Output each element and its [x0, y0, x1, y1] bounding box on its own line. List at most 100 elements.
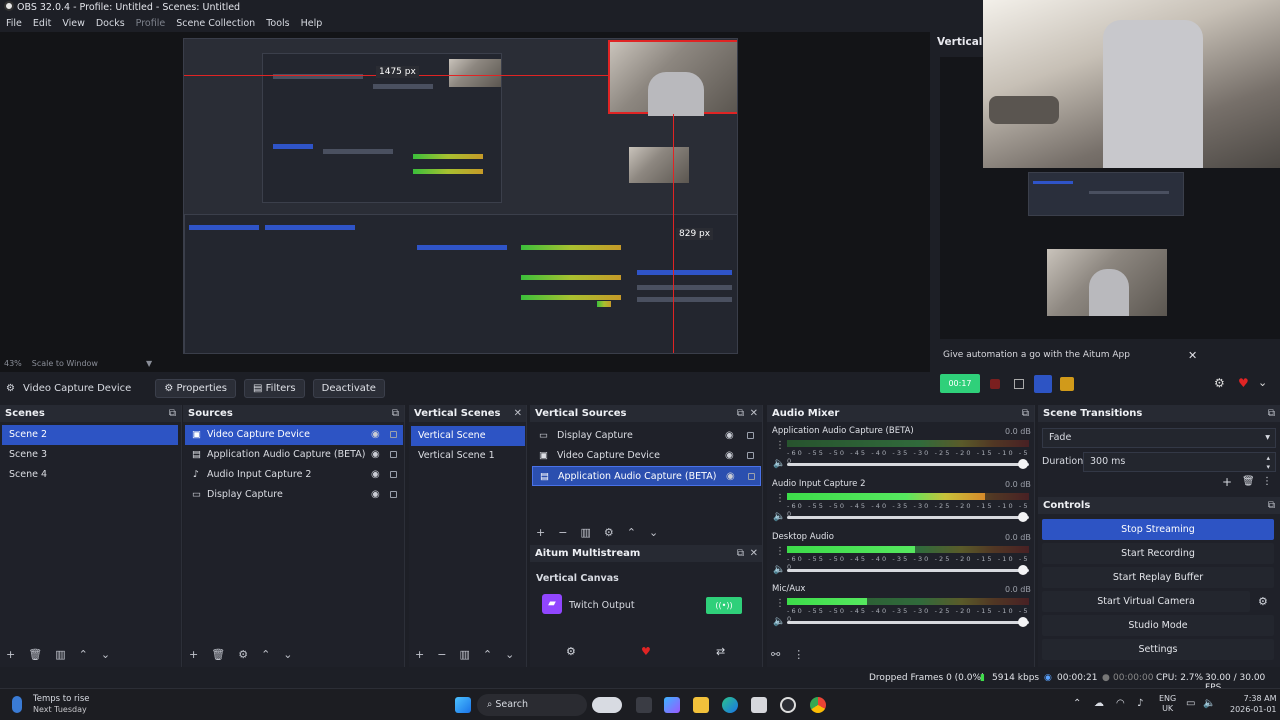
speaker-icon[interactable]: 🔈	[773, 458, 785, 469]
properties-button[interactable]: ⚙ Properties	[155, 378, 237, 398]
mixer-volume-knob[interactable]	[1018, 459, 1028, 469]
mixer-volume-slider[interactable]	[787, 621, 1029, 624]
filter-icon[interactable]: ▥	[580, 526, 590, 539]
wifi-icon[interactable]: ◠	[1116, 698, 1125, 709]
move-up-icon[interactable]: ⌃	[627, 526, 636, 539]
gear-icon[interactable]: ⚙	[1214, 376, 1225, 390]
close-icon[interactable]: ✕	[1188, 349, 1197, 362]
mixer-volume-knob[interactable]	[1018, 617, 1028, 627]
undock-icon[interactable]: ⧉	[737, 545, 744, 562]
filter-icon[interactable]: ▥	[459, 648, 469, 661]
source-item[interactable]: ▣ Video Capture Device ◉	[185, 425, 403, 445]
close-icon[interactable]: ✕	[750, 545, 758, 562]
menu-edit[interactable]: Edit	[33, 16, 51, 32]
mixer-volume-knob[interactable]	[1018, 565, 1028, 575]
clock[interactable]: 7:38 AM 2026-01-01	[1230, 693, 1277, 715]
undock-icon[interactable]: ⧉	[1268, 405, 1275, 422]
store-icon[interactable]	[751, 697, 767, 713]
add-icon[interactable]: +	[6, 648, 15, 661]
close-icon[interactable]: ✕	[750, 405, 758, 422]
lock-icon[interactable]	[390, 491, 397, 498]
transition-select[interactable]: Fade ▾	[1042, 428, 1276, 448]
add-icon[interactable]: +	[415, 648, 424, 661]
kebab-icon[interactable]: ⋮	[775, 440, 785, 451]
source-item[interactable]: ▭ Display Capture ◉	[185, 485, 403, 505]
undock-icon[interactable]: ⧉	[1268, 497, 1275, 514]
speaker-icon[interactable]: 🔈	[773, 564, 785, 575]
scale-mode[interactable]: Scale to Window	[32, 359, 98, 368]
add-icon[interactable]: +	[1222, 475, 1232, 489]
menu-tools[interactable]: Tools	[266, 16, 289, 32]
mixer-volume-slider[interactable]	[787, 569, 1029, 572]
scene-item[interactable]: Scene 2	[2, 425, 178, 445]
lock-icon[interactable]	[390, 471, 397, 478]
mixer-volume-knob[interactable]	[1018, 512, 1028, 522]
kebab-icon[interactable]: ⋮	[775, 493, 785, 504]
eye-icon[interactable]: ◉	[725, 426, 734, 446]
cloud-icon[interactable]: ☁	[1094, 698, 1104, 709]
copilot-icon[interactable]	[664, 697, 680, 713]
close-icon[interactable]: ✕	[514, 405, 522, 422]
undock-icon[interactable]: ⧉	[1022, 405, 1029, 422]
lock-icon[interactable]	[748, 473, 755, 480]
chrome-icon[interactable]	[810, 697, 826, 713]
eye-icon[interactable]: ◉	[725, 446, 734, 466]
gear-icon[interactable]: ⚙	[604, 526, 614, 539]
spinner-icon[interactable]: ▴ ▾	[1266, 454, 1270, 472]
source-item[interactable]: ▤ Application Audio Capture (BETA) ◉	[185, 445, 403, 465]
menu-profile[interactable]: Profile	[136, 16, 166, 32]
lock-icon[interactable]	[747, 452, 754, 459]
move-up-icon[interactable]: ⌃	[79, 648, 88, 661]
menu-file[interactable]: File	[6, 16, 22, 32]
undock-icon[interactable]: ⧉	[737, 405, 744, 422]
kebab-icon[interactable]: ⋮	[775, 546, 785, 557]
filter-icon[interactable]: ▥	[55, 648, 65, 661]
edge-icon[interactable]	[722, 697, 738, 713]
kebab-icon[interactable]: ⋮	[793, 648, 804, 661]
language-indicator[interactable]: ENG UK	[1159, 694, 1176, 714]
move-up-icon[interactable]: ⌃	[261, 648, 270, 661]
share-icon[interactable]: ⇄	[716, 645, 725, 658]
taskbar-search[interactable]: ⌕ Search	[477, 694, 587, 716]
heart-icon[interactable]: ♥	[1238, 376, 1249, 390]
trash-icon[interactable]: 🗑	[211, 648, 225, 661]
tray-chevron-icon[interactable]: ⌃	[1073, 698, 1081, 709]
start-replay-buffer-button[interactable]: Start Replay Buffer	[1042, 567, 1274, 588]
speaker-icon[interactable]: 🔈	[773, 616, 785, 627]
start-recording-button[interactable]: Start Recording	[1042, 543, 1274, 564]
preview-canvas[interactable]: 1475 px 829 px	[183, 38, 738, 354]
deactivate-button[interactable]: Deactivate	[312, 378, 385, 398]
lock-icon[interactable]	[390, 431, 397, 438]
source-item[interactable]: ♪ Audio Input Capture 2 ◉	[185, 465, 403, 485]
task-view-icon[interactable]	[636, 697, 652, 713]
move-down-icon[interactable]: ⌄	[649, 526, 658, 539]
undock-icon[interactable]: ⧉	[392, 405, 399, 422]
zoom-level[interactable]: 43%	[4, 359, 22, 368]
add-icon[interactable]: +	[189, 648, 198, 661]
move-down-icon[interactable]: ⌄	[505, 648, 514, 661]
vertical-scene-item[interactable]: Vertical Scene	[411, 426, 525, 446]
live-badge[interactable]: 00:17	[940, 374, 980, 393]
move-up-icon[interactable]: ⌃	[483, 648, 492, 661]
gear-icon[interactable]: ⚙	[566, 645, 576, 658]
mixer-volume-slider[interactable]	[787, 463, 1029, 466]
remove-icon[interactable]: −	[558, 526, 567, 539]
vertical-scene-item[interactable]: Vertical Scene 1	[411, 446, 525, 466]
chevron-icon[interactable]: ⌄	[1258, 376, 1267, 389]
kebab-icon[interactable]: ⋮	[1262, 476, 1272, 487]
link-icon[interactable]: ⚯	[771, 648, 780, 661]
filters-button[interactable]: ▤ Filters	[244, 378, 305, 398]
menu-help[interactable]: Help	[301, 16, 323, 32]
scene-item[interactable]: Scene 4	[2, 465, 178, 485]
selected-webcam-source[interactable]	[608, 40, 737, 116]
menu-scene-collection[interactable]: Scene Collection	[176, 16, 255, 32]
trash-icon[interactable]: 🗑	[28, 648, 42, 661]
eye-icon[interactable]: ◉	[726, 467, 735, 487]
obs-icon[interactable]	[780, 697, 796, 713]
vertical-source-item[interactable]: ▣ Video Capture Device ◉	[532, 446, 761, 466]
network-icon[interactable]: ▭	[1186, 698, 1195, 709]
studio-mode-button[interactable]: Studio Mode	[1042, 615, 1274, 636]
speaker-icon[interactable]: 🔈	[773, 511, 785, 522]
eye-icon[interactable]: ◉	[371, 445, 380, 465]
lock-icon[interactable]	[390, 451, 397, 458]
